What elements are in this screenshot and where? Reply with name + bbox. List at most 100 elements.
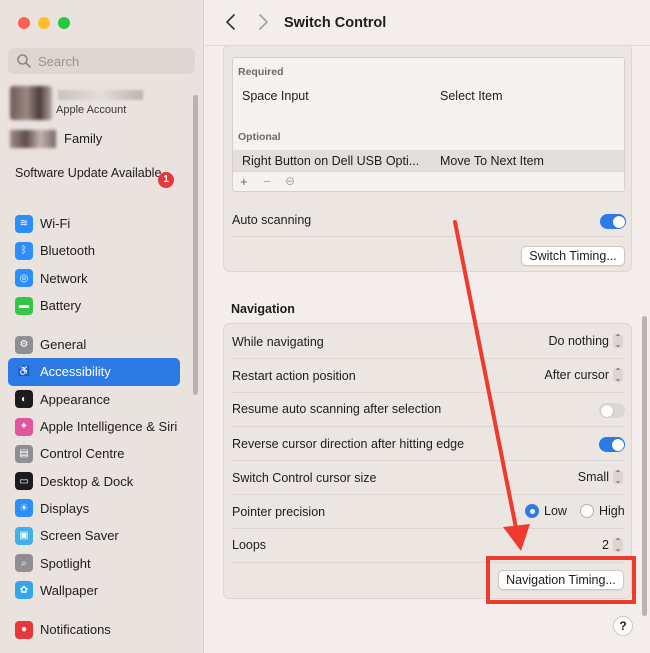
cursor-size-popup[interactable]: Small ⌃ ⌄: [577, 469, 623, 485]
family-avatars: [10, 130, 56, 148]
notifications-icon: ●: [15, 620, 33, 639]
sidebar-item-label: Notifications: [40, 622, 111, 638]
minimize-window-button[interactable]: [38, 17, 50, 29]
help-button[interactable]: ?: [613, 616, 633, 636]
sidebar-item-label: Apple Intelligence & Siri: [40, 419, 178, 435]
sidebar-group-network: ≋ Wi-Fi ᛒ Bluetooth ◎ Network ▬ Battery: [8, 210, 180, 319]
sidebar-item-label: General: [40, 337, 87, 353]
wallpaper-icon: ✿: [15, 581, 33, 600]
sidebar-item-control-centre[interactable]: ▤ Control Centre: [8, 440, 180, 467]
sidebar-group-system: ⚙ General ♿ Accessibility ◐ Appearance ✦ Apple …: [8, 331, 180, 604]
sidebar-item-notifications[interactable]: ● Notifications: [8, 616, 180, 643]
auto-scanning-toggle[interactable]: [600, 214, 626, 229]
radio-unselected-icon: [580, 504, 594, 518]
optional-section-label: Optional: [238, 131, 281, 143]
cursor-size-value: Small: [577, 470, 609, 484]
resume-scanning-label: Resume auto scanning after selection: [232, 402, 442, 416]
sidebar-search[interactable]: [8, 48, 195, 74]
sidebar-item-wallpaper[interactable]: ✿ Wallpaper: [8, 577, 180, 604]
restart-action-popup[interactable]: After cursor ⌃ ⌄: [544, 368, 623, 383]
switches-card: Required Space Input Select Item Optiona…: [223, 44, 632, 272]
chevron-updown-icon: ⌃ ⌄: [613, 469, 623, 485]
sidebar-item-label: Wallpaper: [40, 582, 99, 598]
divider: [232, 358, 625, 359]
restart-action-value: After cursor: [544, 368, 609, 382]
sidebar-item-label: Accessibility: [40, 364, 111, 380]
switches-table: Required Space Input Select Item Optiona…: [232, 57, 625, 192]
sidebar-item-label: Appearance: [40, 391, 111, 407]
precision-low-radio[interactable]: Low: [525, 504, 567, 518]
appearance-icon: ◐: [15, 390, 33, 409]
table-row[interactable]: Right Button on Dell USB Opti... Move To…: [233, 150, 624, 172]
table-row[interactable]: Space Input Select Item: [233, 85, 624, 107]
resume-scanning-toggle[interactable]: [599, 403, 625, 418]
siri-icon: ✦: [15, 417, 33, 436]
switch-name: Space Input: [242, 89, 309, 103]
precision-high-radio[interactable]: High: [580, 504, 625, 518]
auto-scanning-label: Auto scanning: [232, 213, 312, 227]
sidebar-scrollbar[interactable]: [193, 95, 198, 395]
sidebar-item-appearance[interactable]: ◐ Appearance: [8, 386, 180, 413]
redacted-name: [58, 90, 143, 100]
switch-name: Right Button on Dell USB Opti...: [242, 154, 420, 168]
spotlight-icon: ⌕: [15, 554, 33, 573]
sidebar-item-network[interactable]: ◎ Network: [8, 265, 180, 292]
avatar: [10, 86, 52, 120]
main-scrollbar[interactable]: [642, 316, 647, 616]
sidebar-item-label: Control Centre: [40, 446, 125, 462]
control-centre-icon: ▤: [15, 444, 33, 463]
accessibility-icon: ♿: [15, 362, 33, 381]
forward-chevron-icon[interactable]: [255, 13, 271, 31]
apple-account-label: Apple Account: [56, 104, 127, 116]
switch-timing-button[interactable]: Switch Timing...: [521, 246, 625, 266]
globe-icon: ◎: [15, 269, 33, 288]
sidebar-item-spotlight[interactable]: ⌕ Spotlight: [8, 549, 180, 576]
family-item[interactable]: Family: [10, 128, 195, 150]
radio-selected-icon: [525, 504, 539, 518]
restart-action-label: Restart action position: [232, 369, 356, 383]
gear-icon: ⚙: [15, 335, 33, 354]
loops-stepper[interactable]: 2 ⌃ ⌄: [602, 537, 623, 553]
sidebar-item-apple-intelligence-siri[interactable]: ✦ Apple Intelligence & Siri: [8, 413, 180, 440]
remove-switch-button[interactable]: −: [263, 174, 271, 189]
update-badge: 1: [158, 172, 174, 188]
page-title: Switch Control: [284, 15, 387, 31]
add-switch-button[interactable]: +: [240, 174, 248, 189]
sidebar-item-general[interactable]: ⚙ General: [8, 331, 180, 358]
sidebar-item-label: Desktop & Dock: [40, 473, 134, 489]
required-section-label: Required: [238, 66, 284, 78]
close-window-button[interactable]: [18, 17, 30, 29]
stepper-icon: ⌃ ⌄: [613, 537, 623, 553]
loops-label: Loops: [232, 538, 267, 552]
sidebar-item-displays[interactable]: ☀ Displays: [8, 495, 180, 522]
loops-value: 2: [602, 538, 609, 552]
apple-account-item[interactable]: Apple Account: [10, 86, 195, 122]
sidebar-item-label: Wi-Fi: [40, 216, 71, 232]
zoom-window-button[interactable]: [58, 17, 70, 29]
sidebar-item-wi-fi[interactable]: ≋ Wi-Fi: [8, 210, 180, 237]
sidebar-item-label: Battery: [40, 298, 82, 314]
displays-icon: ☀: [15, 499, 33, 518]
reverse-cursor-toggle[interactable]: [599, 437, 625, 452]
search-input[interactable]: [38, 53, 178, 69]
precision-low-label: Low: [544, 504, 567, 518]
reverse-cursor-label: Reverse cursor direction after hitting e…: [232, 437, 465, 451]
switch-action: Move To Next Item: [440, 154, 544, 168]
sidebar-item-battery[interactable]: ▬ Battery: [8, 292, 180, 319]
while-navigating-popup[interactable]: Do nothing ⌃ ⌄: [549, 334, 623, 349]
back-chevron-icon[interactable]: [223, 13, 239, 31]
sidebar-item-accessibility[interactable]: ♿ Accessibility: [8, 358, 180, 386]
sidebar-item-label: Displays: [40, 500, 90, 516]
search-icon: [17, 54, 31, 68]
dock-icon: ▭: [15, 472, 33, 491]
navigation-section-title: Navigation: [231, 302, 295, 316]
divider: [232, 392, 625, 393]
system-settings-window: Apple Account Family Software Update Ava…: [0, 0, 650, 653]
sidebar-item-bluetooth[interactable]: ᛒ Bluetooth: [8, 237, 180, 264]
sidebar-item-screen-saver[interactable]: ▣ Screen Saver: [8, 522, 180, 549]
sidebar-item-desktop-dock[interactable]: ▭ Desktop & Dock: [8, 467, 180, 494]
more-options-button[interactable]: ⊖: [285, 174, 295, 188]
bluetooth-icon: ᛒ: [15, 241, 33, 260]
sidebar-group-notifications: ● Notifications: [8, 616, 180, 643]
divider: [232, 460, 625, 461]
